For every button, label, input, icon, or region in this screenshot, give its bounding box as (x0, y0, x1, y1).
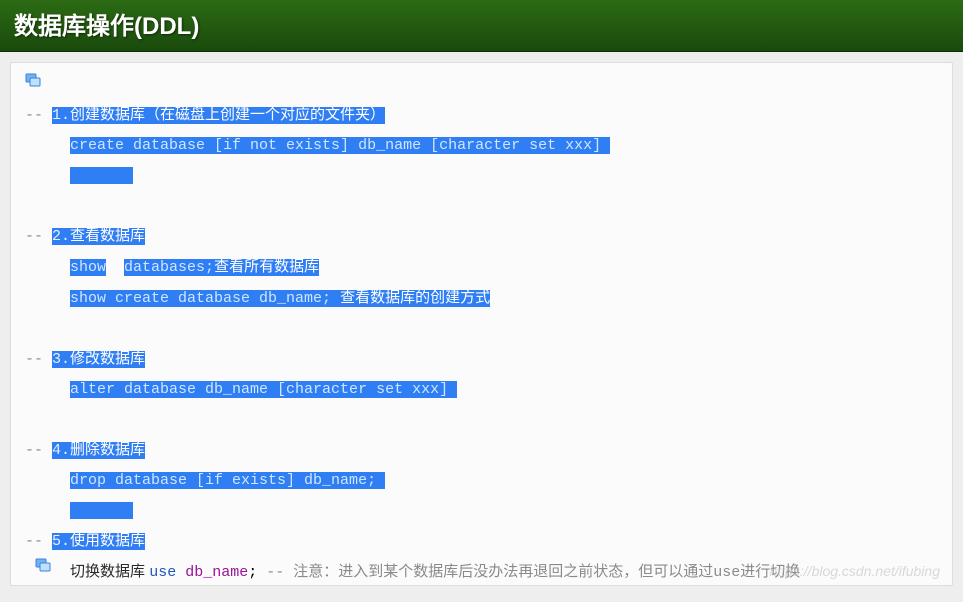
section-header: 数据库操作(DDL) (0, 0, 963, 52)
code-line: show create database db_name; 查看数据库的创建方式 (25, 283, 938, 314)
code-line: -- 3.修改数据库 (25, 344, 938, 375)
code-line (25, 496, 938, 526)
header-title: 数据库操作(DDL) (14, 13, 199, 40)
code-line: -- 2.查看数据库 (25, 221, 938, 252)
code-line: -- 4.删除数据库 (25, 435, 938, 466)
blank-line (25, 314, 938, 344)
copy-icon[interactable] (25, 74, 43, 91)
code-line: -- 5.使用数据库 (25, 526, 938, 557)
code-block: -- 1.创建数据库（在磁盘上创建一个对应的文件夹） create databa… (25, 100, 938, 586)
blank-line (25, 405, 938, 435)
code-line: alter database db_name [character set xx… (25, 375, 938, 405)
code-line: create database [if not exists] db_name … (25, 131, 938, 161)
code-line: -- 1.创建数据库（在磁盘上创建一个对应的文件夹） (25, 100, 938, 131)
code-panel: -- 1.创建数据库（在磁盘上创建一个对应的文件夹） create databa… (10, 62, 953, 586)
code-line: drop database [if exists] db_name; (25, 466, 938, 496)
copy-icon[interactable] (35, 558, 53, 577)
watermark-text: https://blog.csdn.net/ifubing (770, 563, 940, 579)
code-line (25, 161, 938, 191)
code-line: show databases;查看所有数据库 (25, 252, 938, 283)
blank-line (25, 191, 938, 221)
page: { "header": { "title": "数据库操作(DDL)" }, "… (0, 0, 963, 602)
